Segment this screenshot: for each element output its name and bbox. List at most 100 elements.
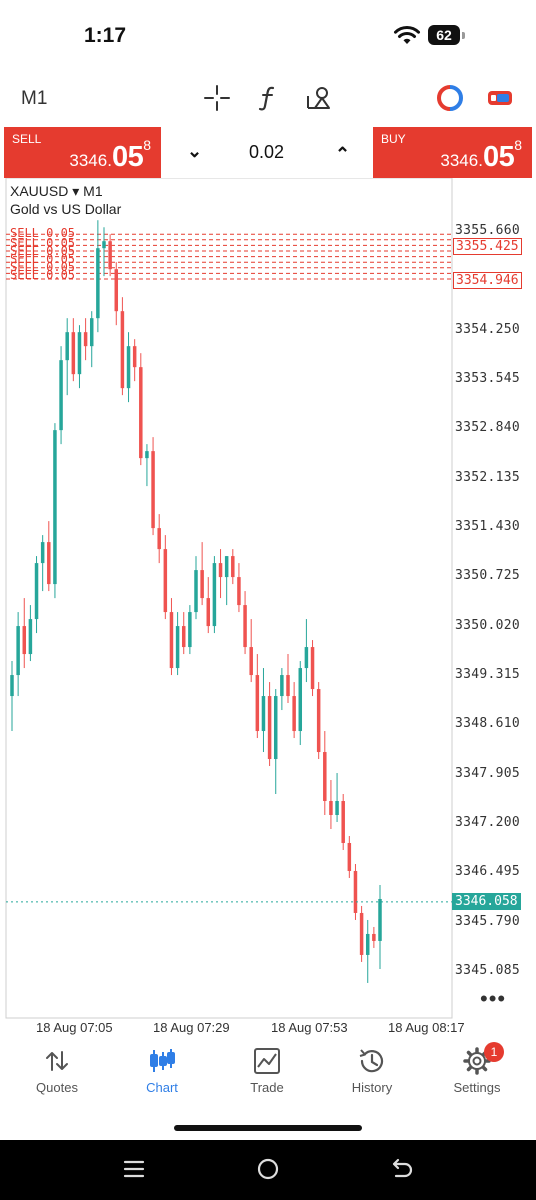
home-indicator[interactable] xyxy=(174,1125,362,1131)
price-axis-label: 3350.725 xyxy=(455,568,521,584)
candle-body xyxy=(188,612,192,648)
candle-body xyxy=(22,626,27,655)
candle-body xyxy=(378,898,382,941)
crosshair-icon[interactable] xyxy=(203,84,231,112)
candle-body xyxy=(83,332,88,347)
nav-chart[interactable]: Chart xyxy=(112,1046,212,1106)
candle-body xyxy=(249,647,253,676)
candle-body xyxy=(212,563,217,627)
price-axis-label: 3345.790 xyxy=(455,913,521,929)
candle-body xyxy=(53,430,57,585)
battery-icon: 62 xyxy=(428,25,466,45)
system-navigation-bar xyxy=(0,1140,536,1200)
more-icon[interactable]: ••• xyxy=(480,986,506,1012)
time-axis-label: 18 Aug 07:53 xyxy=(271,1020,348,1035)
function-icon[interactable] xyxy=(254,84,282,112)
candle-body xyxy=(237,577,241,606)
order-price-tag: 3355.425 xyxy=(453,238,522,256)
order-label[interactable]: SELL 0.05 xyxy=(10,268,75,282)
recents-icon[interactable] xyxy=(119,1154,149,1184)
price-axis-label: 3348.610 xyxy=(455,716,521,732)
candle-body xyxy=(47,542,51,585)
nav-trade[interactable]: Trade xyxy=(217,1046,317,1106)
candle-body xyxy=(255,675,260,732)
time-axis-label: 18 Aug 07:29 xyxy=(153,1020,230,1035)
back-icon[interactable] xyxy=(387,1154,417,1184)
candle-body xyxy=(341,801,345,843)
current-price-tag: 3346.058 xyxy=(452,892,521,910)
nav-settings[interactable]: 1 Settings xyxy=(427,1042,527,1106)
candle-body xyxy=(273,696,278,760)
candle-body xyxy=(102,241,106,249)
account-ring-icon[interactable] xyxy=(436,84,464,112)
battery-level: 62 xyxy=(428,25,460,45)
toggle-icon[interactable] xyxy=(486,84,514,112)
candle-body xyxy=(59,360,63,431)
candle-body xyxy=(261,696,266,732)
candle-body xyxy=(120,311,125,389)
candle-body xyxy=(310,647,315,690)
candle-body xyxy=(365,933,370,955)
trade-icon xyxy=(254,1048,280,1074)
candle-body xyxy=(194,570,198,613)
price-axis-label: 3355.660 xyxy=(455,223,521,238)
history-icon xyxy=(359,1049,384,1073)
candle-body xyxy=(77,332,82,375)
chevron-up-icon[interactable]: ⌃ xyxy=(335,144,350,165)
quotes-icon xyxy=(46,1051,68,1071)
candle-body xyxy=(200,570,204,599)
candle-body xyxy=(132,346,137,368)
candle-body xyxy=(243,605,247,648)
status-time: 1:17 xyxy=(84,24,127,47)
candle-body xyxy=(206,598,211,627)
candle-body xyxy=(347,842,352,871)
price-axis-label: 3349.315 xyxy=(455,667,521,682)
candle-body xyxy=(353,870,358,913)
candle-body xyxy=(169,612,174,669)
sell-price: 3346.058 xyxy=(69,137,151,173)
price-axis-label: 3352.840 xyxy=(455,420,521,436)
candle-body xyxy=(114,269,119,312)
candle-body xyxy=(316,689,321,753)
time-axis-label: 18 Aug 07:05 xyxy=(36,1020,113,1035)
bottom-navigation: Quotes Chart Trade History 1 Settings xyxy=(0,1036,536,1140)
candle-body xyxy=(267,696,272,760)
chart-icon xyxy=(150,1049,175,1072)
candle-body xyxy=(108,241,112,270)
chart-toolbar: M1 xyxy=(0,70,536,126)
candle-body xyxy=(157,528,161,550)
chart-frame xyxy=(5,178,453,1019)
candle-body xyxy=(280,675,284,697)
objects-icon[interactable] xyxy=(305,84,333,112)
candle-body xyxy=(329,801,333,816)
home-icon[interactable] xyxy=(253,1154,283,1184)
status-bar: 1:17 62 xyxy=(0,0,536,70)
order-price-tag: 3354.946 xyxy=(453,271,522,289)
candle-body xyxy=(181,626,186,648)
app-root: 1:17 62 M1 SELL 3346.058 ⌄ 0.02 ⌃ BUY 33… xyxy=(0,0,536,1200)
price-axis-label: 3347.200 xyxy=(455,815,521,830)
candle-body xyxy=(96,248,100,319)
price-axis-label: 3352.135 xyxy=(455,469,521,485)
candle-body xyxy=(16,626,20,676)
nav-quotes[interactable]: Quotes xyxy=(7,1046,107,1106)
candle-body xyxy=(304,647,309,669)
candle-body xyxy=(323,752,327,802)
candle-body xyxy=(224,556,229,578)
timeframe-selector[interactable]: M1 xyxy=(21,88,47,110)
candle-body xyxy=(65,332,69,361)
chart-area[interactable]: XAUUSD ▾ M1 Gold vs US Dollar 3355.660 33… xyxy=(0,178,536,1036)
candle-body xyxy=(145,451,149,459)
price-axis-label: 3350.020 xyxy=(455,617,521,633)
candle-body xyxy=(89,318,94,347)
buy-button[interactable]: BUY 3346.058 xyxy=(373,127,532,178)
candle-body xyxy=(139,367,143,459)
nav-history[interactable]: History xyxy=(322,1046,422,1106)
candle-body xyxy=(335,801,339,816)
sell-button[interactable]: SELL 3346.058 xyxy=(4,127,161,178)
notification-badge: 1 xyxy=(484,1042,504,1062)
wifi-icon xyxy=(394,26,420,44)
candle-body xyxy=(286,675,290,697)
candle-body xyxy=(231,556,235,578)
candle-body xyxy=(163,549,168,613)
